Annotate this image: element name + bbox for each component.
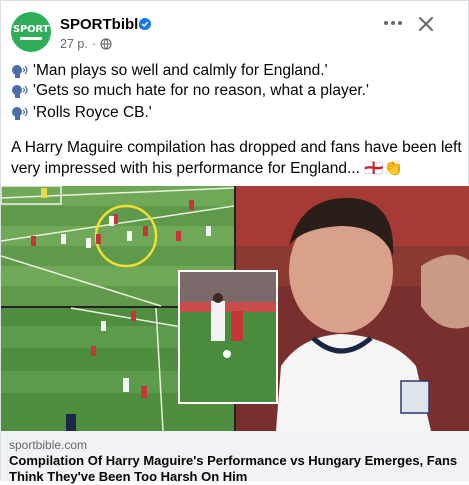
facebook-post: SPORT SPORTbible 27 p. · 'Man plays so we… — [0, 0, 469, 484]
post-header: SPORT SPORTbible 27 p. · — [1, 1, 469, 59]
post-meta: 27 p. · — [60, 37, 112, 53]
verified-badge-icon — [139, 18, 151, 30]
speaking-head-icon — [12, 107, 28, 120]
more-options-icon — [384, 21, 402, 25]
quote-text: 'Man plays so well and calmly for Englan… — [33, 62, 328, 79]
speaking-head-icon — [12, 65, 28, 78]
globe-icon[interactable] — [100, 38, 112, 53]
meta-separator: · — [91, 37, 96, 51]
close-button[interactable] — [415, 13, 437, 35]
link-headline[interactable]: Compilation Of Harry Maguire's Performan… — [9, 453, 464, 485]
avatar-logo-text: SPORT — [12, 24, 50, 35]
post-timestamp[interactable]: 27 p. — [60, 37, 88, 51]
post-caption: A Harry Maguire compilation has dropped … — [11, 139, 462, 177]
close-icon — [419, 17, 433, 31]
quote-text: 'Rolls Royce CB.' — [33, 104, 152, 121]
more-options-button[interactable] — [381, 13, 405, 33]
quote-text: 'Gets so much hate for no reason, what a… — [33, 82, 369, 99]
page-name-link[interactable]: SPORTbible — [60, 16, 147, 33]
match-collage-image — [1, 186, 469, 431]
page-avatar[interactable]: SPORT — [11, 12, 51, 52]
link-domain: sportbible.com — [9, 438, 88, 452]
post-image[interactable] — [1, 186, 469, 431]
avatar-logo-bar — [20, 37, 42, 40]
speaking-head-icon — [12, 85, 28, 98]
